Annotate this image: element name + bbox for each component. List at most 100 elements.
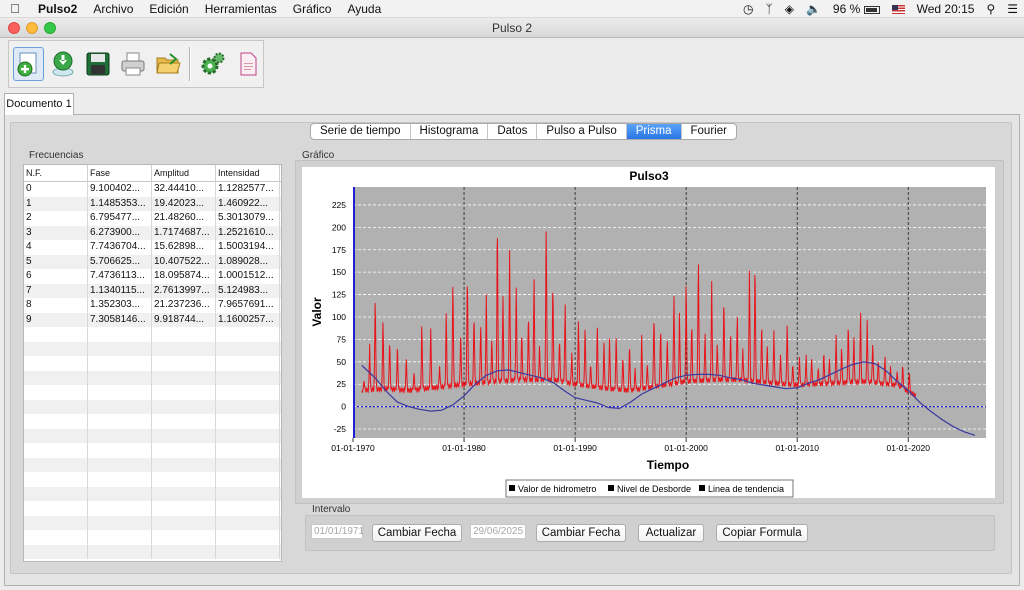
tab-datos[interactable]: Datos: [488, 124, 538, 139]
notification-center-icon[interactable]: ☰: [1007, 2, 1018, 16]
table-row[interactable]: [24, 457, 281, 472]
table-row[interactable]: [24, 414, 281, 429]
change-start-date-button[interactable]: Cambiar Fecha: [372, 524, 462, 542]
menu-edicion[interactable]: Edición: [141, 2, 196, 16]
column-header-intensidad[interactable]: Intensidad: [216, 165, 280, 181]
menu-bar:  Pulso2 Archivo Edición Herramientas Gr…: [0, 0, 1024, 18]
save-button[interactable]: [83, 47, 114, 81]
interval-group-label: Intervalo: [312, 504, 351, 515]
table-cell: 32.44410...: [152, 182, 216, 197]
menu-grafico[interactable]: Gráfico: [285, 2, 340, 16]
table-row[interactable]: [24, 515, 281, 530]
table-row[interactable]: [24, 501, 281, 516]
change-end-date-button[interactable]: Cambiar Fecha: [536, 524, 626, 542]
copy-formula-button[interactable]: Copiar Formula: [716, 524, 808, 542]
table-cell: [216, 472, 280, 487]
column-header-amplitud[interactable]: Amplitud: [152, 165, 216, 181]
table-row[interactable]: 5 5.706625... 10.407522... 1.089028...: [24, 254, 281, 269]
document-button[interactable]: [232, 47, 263, 81]
table-cell: 1.352303...: [88, 298, 152, 313]
table-row[interactable]: 9 7.3058146... 9.918744... 1.1600257...: [24, 312, 281, 327]
menubar-clock[interactable]: Wed 20:15: [917, 2, 975, 16]
table-cell: [216, 486, 280, 501]
column-header-nf[interactable]: N.F.: [24, 165, 88, 181]
table-row[interactable]: 8 1.352303... 21.237236... 7.9657691...: [24, 298, 281, 313]
window-minimize-button[interactable]: [26, 22, 38, 34]
table-cell: [24, 385, 88, 400]
tab-fourier[interactable]: Fourier: [682, 124, 736, 139]
y-tick-label: 200: [332, 222, 346, 232]
bluetooth-icon[interactable]: ᛉ: [766, 2, 773, 16]
menu-archivo[interactable]: Archivo: [85, 2, 141, 16]
table-cell: [88, 414, 152, 429]
table-cell: 9.918744...: [152, 312, 216, 327]
table-cell: [88, 472, 152, 487]
download-button[interactable]: [48, 47, 79, 81]
tab-histograma[interactable]: Histograma: [411, 124, 489, 139]
table-cell: [216, 370, 280, 385]
update-button[interactable]: Actualizar: [638, 524, 704, 542]
battery-status[interactable]: 96 %: [833, 2, 880, 16]
table-row[interactable]: 1 1.1485353... 19.42023... 1.460922...: [24, 196, 281, 211]
table-cell: [24, 515, 88, 530]
table-row[interactable]: 2 6.795477... 21.48260... 5.3013079...: [24, 211, 281, 226]
table-row[interactable]: [24, 399, 281, 414]
column-header-fase[interactable]: Fase: [88, 165, 152, 181]
table-cell: 7.3058146...: [88, 312, 152, 327]
table-cell: 2: [24, 211, 88, 226]
table-row[interactable]: [24, 370, 281, 385]
open-folder-button[interactable]: [152, 47, 183, 81]
table-row[interactable]: [24, 486, 281, 501]
table-cell: [152, 414, 216, 429]
volume-icon[interactable]: 🔈: [806, 2, 821, 16]
table-cell: [216, 385, 280, 400]
table-row[interactable]: 4 7.7436704... 15.62898... 1.5003194...: [24, 240, 281, 255]
new-document-button[interactable]: [13, 47, 44, 81]
table-row[interactable]: 6 7.4736113... 18.095874... 1.0001512...: [24, 269, 281, 284]
menu-app-name[interactable]: Pulso2: [30, 2, 85, 16]
table-cell: [152, 472, 216, 487]
document-tab[interactable]: Documento 1: [4, 93, 74, 115]
input-source-flag-icon[interactable]: [891, 4, 905, 14]
start-date-field[interactable]: 01/01/1971: [311, 524, 364, 539]
end-date-field[interactable]: 29/06/2025: [470, 524, 526, 539]
apple-icon[interactable]: : [0, 1, 30, 16]
window-close-button[interactable]: [8, 22, 20, 34]
y-tick-label: 150: [332, 267, 346, 277]
table-cell: 5: [24, 254, 88, 269]
table-row[interactable]: [24, 341, 281, 356]
table-row[interactable]: [24, 356, 281, 371]
table-row[interactable]: [24, 472, 281, 487]
table-cell: [24, 370, 88, 385]
spotlight-search-icon[interactable]: ⚲: [986, 2, 995, 16]
document-icon: [240, 52, 257, 76]
tab-serie-de-tiempo[interactable]: Serie de tiempo: [311, 124, 411, 139]
menu-ayuda[interactable]: Ayuda: [339, 2, 389, 16]
tab-prisma[interactable]: Prisma: [626, 124, 682, 139]
tab-pulso-a-pulso[interactable]: Pulso a Pulso: [537, 124, 627, 139]
window-zoom-button[interactable]: [44, 22, 56, 34]
print-button[interactable]: [118, 47, 149, 81]
view-tabs: Serie de tiempo Histograma Datos Pulso a…: [310, 123, 737, 140]
table-row[interactable]: [24, 428, 281, 443]
table-row[interactable]: [24, 327, 281, 342]
table-cell: [152, 341, 216, 356]
table-cell: [88, 515, 152, 530]
table-cell: 21.237236...: [152, 298, 216, 313]
table-row[interactable]: 7 1.1340115... 2.7613997... 5.124983...: [24, 283, 281, 298]
table-cell: [216, 428, 280, 443]
table-row[interactable]: [24, 443, 281, 458]
table-row[interactable]: [24, 544, 281, 559]
toolbar-separator: [189, 47, 192, 81]
table-row[interactable]: 3 6.273900... 1.7174687... 1.2521610...: [24, 225, 281, 240]
table-row[interactable]: [24, 385, 281, 400]
time-machine-icon[interactable]: ◷: [743, 2, 753, 16]
frequencies-table[interactable]: N.F. Fase Amplitud Intensidad 0 9.100402.…: [23, 164, 282, 562]
menu-herramientas[interactable]: Herramientas: [197, 2, 285, 16]
table-row[interactable]: [24, 530, 281, 545]
table-row[interactable]: 0 9.100402... 32.44410... 1.1282577...: [24, 182, 281, 197]
wifi-icon[interactable]: ◈: [785, 2, 794, 16]
settings-button[interactable]: [197, 47, 228, 81]
y-tick-label: 175: [332, 245, 346, 255]
table-cell: 9: [24, 312, 88, 327]
